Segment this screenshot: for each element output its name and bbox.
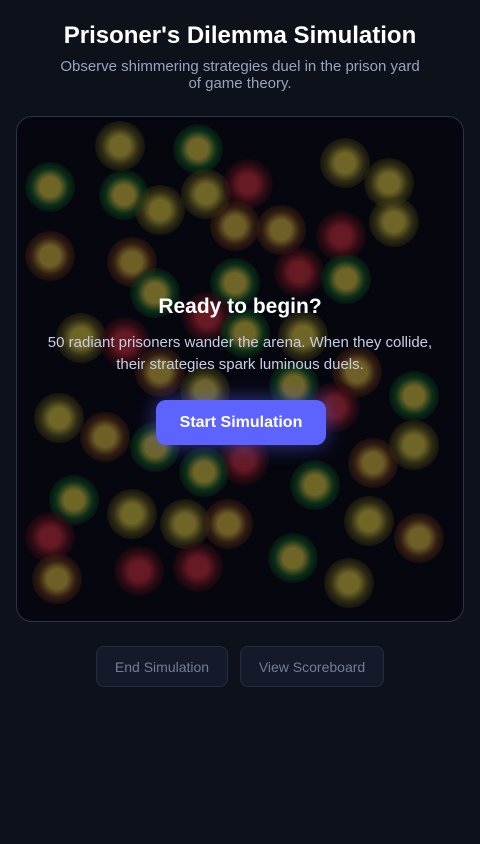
view-scoreboard-button[interactable]: View Scoreboard [240, 646, 384, 687]
page-subtitle: Observe shimmering strategies duel in th… [60, 58, 420, 92]
page-title: Prisoner's Dilemma Simulation [63, 22, 417, 49]
status-title: Ready to begin? [158, 295, 322, 318]
page: Prisoner's Dilemma Simulation Observe sh… [0, 0, 480, 844]
simulation-arena: Ready to begin? 50 radiant prisoners wan… [16, 116, 464, 622]
start-simulation-button[interactable]: Start Simulation [156, 400, 326, 445]
status-description: 50 radiant prisoners wander the arena. W… [47, 334, 433, 373]
end-simulation-button[interactable]: End Simulation [96, 646, 228, 687]
start-overlay: Ready to begin? 50 radiant prisoners wan… [17, 117, 463, 621]
